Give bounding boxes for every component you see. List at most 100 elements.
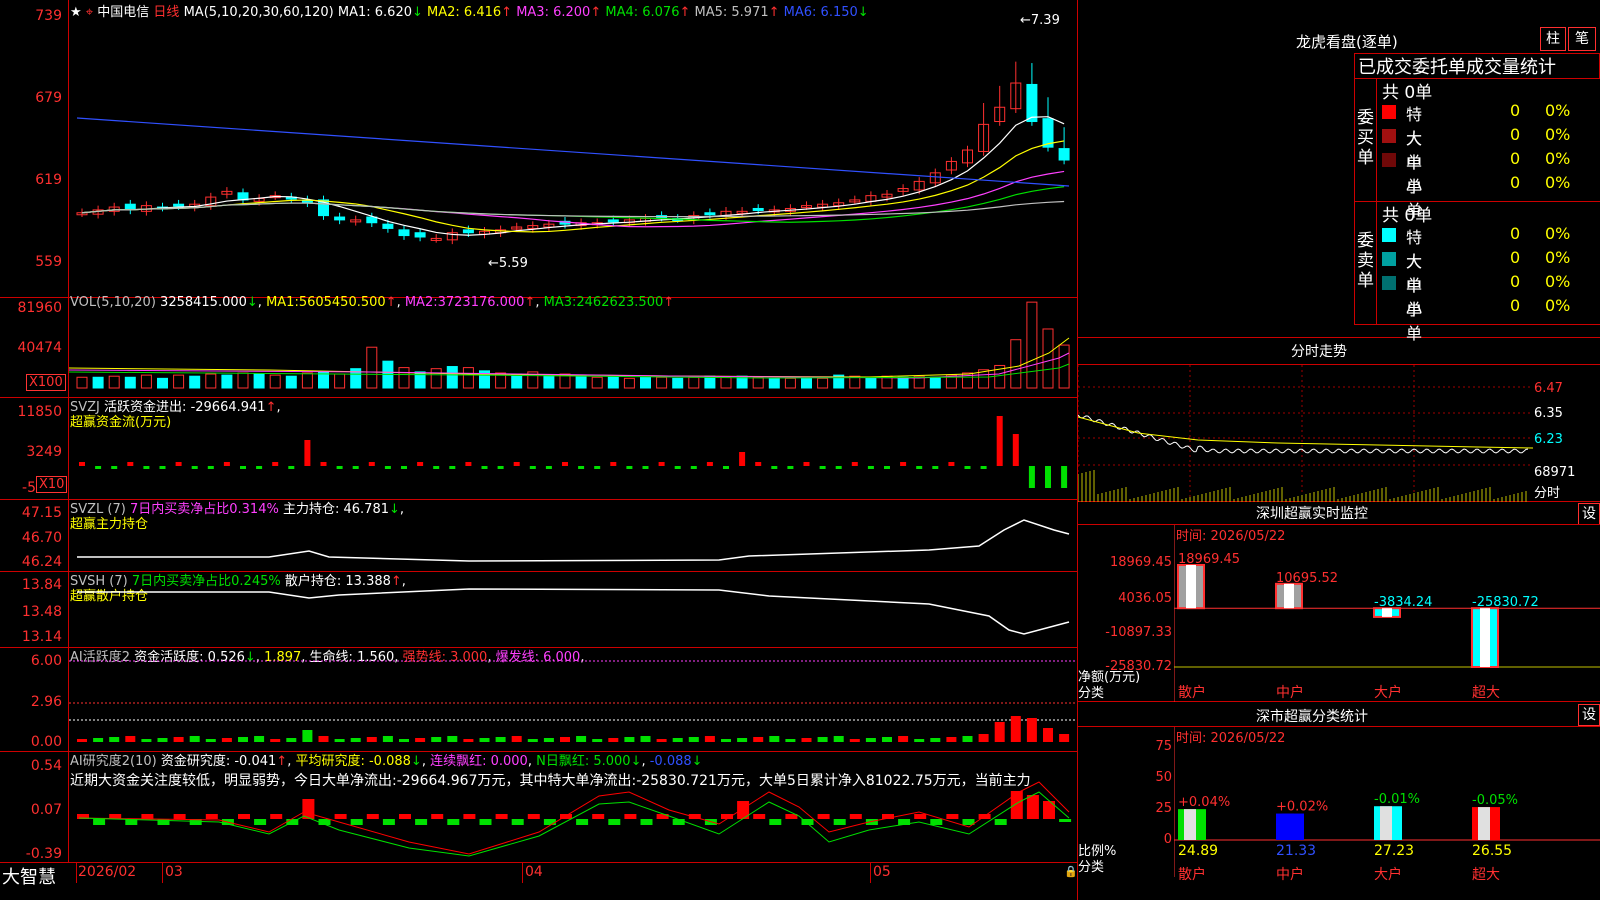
lhb-tab-header[interactable]: 已成交委托单成交量统计 [1358, 53, 1600, 79]
monitor-bar-chart[interactable]: 18969.45 散户 10695.52 中户 -3834.24 大户 -25830.72 超… [1174, 525, 1600, 702]
ai-research-panel[interactable]: AI研究度2(10) 资金研究度: -0.041↑, 平均研究度: -0.088… [0, 752, 1078, 862]
ai-research-chart[interactable] [69, 752, 1077, 862]
svzj-bar [787, 466, 794, 469]
date-label-may: 05 [873, 864, 891, 880]
svzj-bar [1045, 466, 1051, 488]
monitor-settings-button[interactable]: 设 [1578, 503, 1600, 525]
ai1-bar [978, 734, 989, 742]
svzl-panel[interactable]: SVZL (7) 7日内买卖净占比0.314% 主力持仓: 46.781↓, 超… [0, 500, 1078, 572]
svsh-axis-low: 13.14 [21, 629, 62, 645]
monitor-panel[interactable]: 深圳超赢实时监控 设 时间: 2026/05/22 18969.45 4036.… [1078, 502, 1600, 702]
ai2-axis-mid: 0.07 [30, 802, 62, 818]
volume-bar [430, 368, 442, 389]
svzj-bar [803, 462, 810, 466]
svzj-bar [223, 462, 230, 466]
svzj-chart[interactable] [69, 398, 1077, 500]
monitor-title: 深圳超赢实时监控 [1256, 506, 1368, 522]
svsh-panel[interactable]: SVSH (7) 7日内买卖净占比0.245% 散户持仓: 13.388↑, 超… [0, 572, 1078, 648]
svzj-bar [449, 466, 456, 469]
classify-bar-highlight [1380, 806, 1392, 840]
volume-bar [446, 366, 458, 389]
candle-body [414, 232, 426, 238]
bar-mode-button[interactable]: 柱 [1540, 27, 1566, 51]
svzj-bar [191, 466, 198, 469]
classify-panel[interactable]: 深市超赢分类统计 设 时间: 2026/05/22 75 50 25 0 比例%… [1078, 702, 1600, 900]
classify-value-label: 24.89 [1178, 843, 1218, 859]
volume-bar [1026, 301, 1038, 389]
svzj-bar [336, 466, 343, 469]
svzj-bar [851, 462, 858, 466]
volume-chart[interactable] [69, 298, 1077, 398]
lhb-panel[interactable]: 龙虎看盘(逐单) 柱 笔 已成交委托单成交量统计 委买单 委卖单 共 0单 共 … [1078, 0, 1600, 343]
volume-bar [157, 377, 168, 389]
classify-settings-button[interactable]: 设 [1578, 704, 1600, 726]
date-label-feb: 2026/02 [78, 864, 137, 880]
ai1-bar [721, 739, 731, 742]
svzj-bar [240, 466, 246, 469]
svsh-chart[interactable] [69, 572, 1077, 648]
ai-activity-chart[interactable] [69, 648, 1077, 752]
svzj-bar [288, 466, 295, 469]
svzj-bar [674, 466, 681, 469]
ai-activity-panel[interactable]: AI活跃度2 资金活跃度: 0.526↓, 1.897, 生命线: 1.560,… [0, 648, 1078, 752]
volume-bar [640, 376, 651, 389]
svzj-bar [320, 462, 327, 466]
volume-bar [76, 376, 88, 389]
volume-panel[interactable]: VOL(5,10,20) 3258415.000↓, MA1:5605450.5… [0, 295, 1078, 398]
ai1-bar [898, 736, 909, 742]
svzj-bar [916, 466, 923, 469]
sell-swatch [1382, 252, 1396, 266]
ai1-axis-top: 6.00 [30, 653, 62, 669]
classify-title: 深市超赢分类统计 [1256, 709, 1368, 725]
price-axis-label: 739 [35, 8, 62, 24]
sell-side-label: 委卖单 [1357, 231, 1374, 291]
intraday-vol-label: 分时 [1534, 486, 1561, 501]
ai2-bar [511, 819, 524, 825]
svzj-bar [127, 462, 134, 466]
lock-icon[interactable]: 🔒 [1064, 865, 1078, 878]
ai1-axis-low: 0.00 [30, 734, 62, 750]
svzj-bar [706, 462, 713, 466]
ai1-bar [238, 737, 248, 742]
volume-bar [768, 377, 780, 389]
ai1-bar [672, 738, 683, 742]
classify-change-label: +0.02% [1276, 800, 1328, 815]
ai2-bar [608, 819, 621, 825]
buy-swatch [1382, 129, 1396, 143]
monitor-value-label: -25830.72 [1472, 595, 1539, 610]
volume-bar [575, 375, 587, 389]
ai1-bar [125, 736, 136, 742]
ai1-bar [399, 739, 409, 742]
sell-row-percent: 0% [1545, 224, 1571, 243]
sell-swatch [1382, 300, 1396, 314]
volume-bar [1042, 328, 1054, 389]
ai2-bar [173, 814, 186, 819]
ai2-bar [270, 814, 283, 819]
vol-axis-mid: 40474 [17, 340, 62, 356]
svzj-bar [867, 466, 874, 469]
sell-row-percent: 0% [1545, 248, 1571, 267]
ai1-bar [286, 738, 297, 742]
candlestick-chart[interactable] [69, 18, 1077, 296]
intraday-axis-top: 6.47 [1534, 381, 1563, 396]
ai1-bar [801, 738, 812, 742]
tick-mode-button[interactable]: 笔 [1568, 27, 1596, 51]
price-axis-label: 679 [35, 90, 62, 106]
intraday-chart[interactable] [1078, 365, 1533, 502]
price-axis-label: 619 [35, 172, 62, 188]
classify-bar-chart[interactable]: +0.04% 24.89 散户 +0.02% 21.33 中户 -0.01% 27.23 大户 -… [1174, 727, 1600, 900]
ai1-bar [447, 736, 458, 742]
svzl-chart[interactable] [69, 500, 1077, 572]
monitor-value-label: 10695.52 [1276, 571, 1338, 586]
classify-value-label: 27.23 [1374, 843, 1414, 859]
price-panel[interactable]: ★ ⌖ 中国电信 日线 MA(5,10,20,30,60,120) MA1: 6… [0, 0, 1078, 298]
ai2-bar [1059, 819, 1072, 822]
classify-axis-3: 0 [1163, 832, 1172, 847]
intraday-title: 分时走势 [1291, 344, 1347, 360]
svzj-bar [819, 466, 826, 469]
intraday-panel[interactable]: 分时走势 6.47 6.35 6.23 68971 分时 [1078, 338, 1600, 502]
svzj-panel[interactable]: SVZJ 活跃资金进出: -29664.941↑, 超赢资金流(万元) 1185… [0, 398, 1078, 500]
brand-label: 大智慧 [2, 867, 56, 888]
svzj-bar [980, 466, 987, 469]
ai2-bar [994, 819, 1007, 825]
